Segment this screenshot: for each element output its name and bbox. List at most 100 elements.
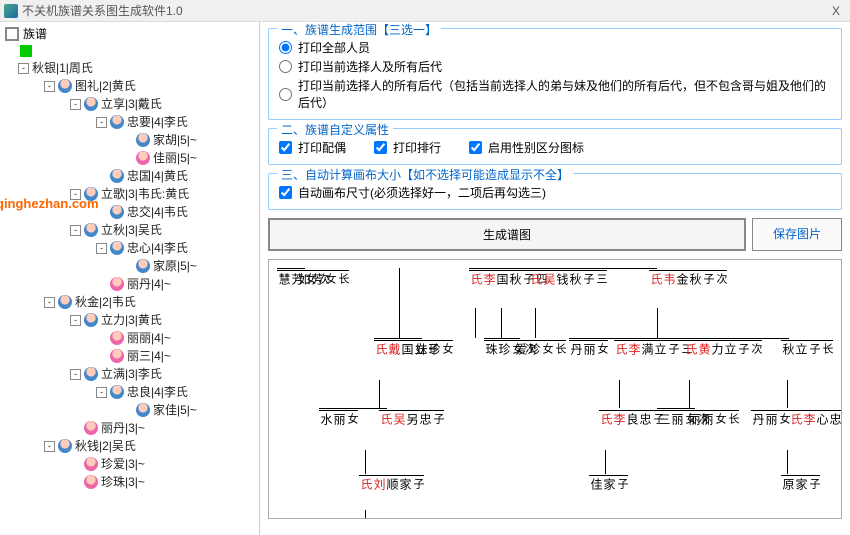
tree-row[interactable]: 家原|5|~ [4,257,259,275]
tree-label: 秋金|2|韦氏 [75,293,136,311]
left-header: 族谱 [0,22,259,45]
chk-spouse-label: 打印配偶 [298,139,346,156]
person-icon [84,421,98,435]
watermark: qinghezhan.com [0,196,99,211]
person-icon [136,403,150,417]
chk-spouse[interactable] [279,141,292,154]
tree-row[interactable]: -忠要|4|李氏 [4,113,259,131]
tree-toggle-icon[interactable]: - [70,225,81,236]
tree-row[interactable]: -立秋|3|吴氏 [4,221,259,239]
tree-label: 忠良|4|李氏 [127,383,188,401]
tree-toggle-icon[interactable]: - [96,117,107,128]
person-icon [110,349,124,363]
tree-row[interactable]: - 忠良|4|李氏 [4,383,259,401]
tree-label: 家佳|5|~ [153,401,197,419]
tree-root-row [0,45,259,57]
tree-row[interactable]: - 立力|3|黄氏 [4,311,259,329]
person-icon [136,133,150,147]
tree-toggle-icon[interactable]: - [18,63,29,74]
close-icon[interactable]: X [826,4,846,18]
tree-label: 立力|3|黄氏 [101,311,162,329]
chk-rank-label: 打印排行 [393,139,441,156]
person-icon [84,223,98,237]
tree-label: 家原|5|~ [153,257,197,275]
main: qinghezhan.com 族谱 -秋银|1|周氏-图礼|2|黄氏-立享|3|… [0,22,850,535]
tree-row[interactable]: - 立享|3|戴氏 [4,95,259,113]
tree-toggle-icon[interactable]: - [44,441,55,452]
radio-desc-only[interactable] [279,88,292,101]
tree-row[interactable]: -秋银|1|周氏 [4,59,259,77]
right-panel: 一、族谱生成范围【三选一】 打印全部人员 打印当前选择人及所有后代 打印当前选择… [260,22,850,535]
tree-toggle-icon[interactable]: - [44,297,55,308]
group-canvas: 三、自动计算画布大小【如不选择可能造成显示不全】 自动画布尺寸(必须选择好一，二… [268,173,842,210]
chart-node: 三子立满李氏 [614,340,692,356]
chart-node: 子忠另吴氏 [379,410,444,426]
chart-node: 长女丽丽 [687,410,739,426]
chk-auto-size-label: 自动画布尺寸(必须选择好一，二项后再勾选三) [298,184,546,201]
tree-toggle-icon[interactable]: - [70,99,81,110]
group-attrs: 二、族谱自定义属性 打印配偶 打印排行 启用性别区分图标 [268,128,842,165]
tree-label: 丽三|4|~ [127,347,171,365]
tree-toggle-icon[interactable]: - [96,387,107,398]
tree-row[interactable]: 佳丽|5|~ [4,149,259,167]
tree-toggle-icon[interactable]: - [44,81,55,92]
tree-toggle-icon[interactable]: - [70,315,81,326]
radio-sel-desc[interactable] [279,60,292,73]
person-icon [136,151,150,165]
tree-row[interactable]: -秋钱|2|吴氏 [4,437,259,455]
chk-auto-size[interactable] [279,186,292,199]
group-attrs-title: 二、族谱自定义属性 [277,121,393,138]
tree-row[interactable]: -图礼|2|黄氏 [4,77,259,95]
tree-row[interactable]: 珍爱|3|~ [4,455,259,473]
tree-label: 珍爱|3|~ [101,455,145,473]
person-icon [110,205,124,219]
chart-node: 次子秋金韦氏 [649,270,727,286]
radio-desc-only-label: 打印当前选择人的所有后代（包括当前选择人的弟与妹及他们的所有后代，但不包含哥与姐… [298,77,831,111]
tree-row[interactable]: 丽丹|4|~ [4,275,259,293]
chk-rank[interactable] [374,141,387,154]
tree-row[interactable]: 忠国|4|黄氏 [4,167,259,185]
person-icon [84,97,98,111]
chart-canvas[interactable]: 次女芳慧长女芳如四子秋国李氏三子秋钱吴氏次子秋金韦氏子立国戴氏女珍妹次女珍珠长女… [268,259,842,519]
radio-sel-desc-label: 打印当前选择人及所有后代 [298,58,442,75]
tree[interactable]: -秋银|1|周氏-图礼|2|黄氏-立享|3|戴氏-忠要|4|李氏家胡|5|~佳丽… [0,57,259,493]
chart-node: 女丽水 [319,410,358,426]
chart-node: 女丽丹 [569,340,608,356]
save-image-button[interactable]: 保存图片 [752,218,842,251]
tree-row[interactable]: 丽丽|4|~ [4,329,259,347]
left-panel: qinghezhan.com 族谱 -秋银|1|周氏-图礼|2|黄氏-立享|3|… [0,22,260,535]
radio-all-label: 打印全部人员 [298,39,370,56]
app-icon [4,4,18,18]
tree-row[interactable]: 家胡|5|~ [4,131,259,149]
tree-row[interactable]: 丽丹|3|~ [4,419,259,437]
generate-button[interactable]: 生成谱图 [268,218,746,251]
tree-label: 丽丹|4|~ [127,275,171,293]
tree-row[interactable]: 丽三|4|~ [4,347,259,365]
chart-node: 子家顺刘氏 [359,475,424,491]
tree-toggle-icon[interactable]: - [70,369,81,380]
person-icon [84,475,98,489]
button-row: 生成谱图 保存图片 [268,218,842,251]
tree-toggle-icon[interactable]: - [96,243,107,254]
tree-label: 丽丹|3|~ [101,419,145,437]
person-icon [110,331,124,345]
tree-row[interactable]: - 秋金|2|韦氏 [4,293,259,311]
person-icon [84,313,98,327]
person-icon [110,277,124,291]
tree-label: 忠国|4|黄氏 [127,167,188,185]
person-icon [84,367,98,381]
tree-row[interactable]: -立满|3|李氏 [4,365,259,383]
tree-label: 佳丽|5|~ [153,149,197,167]
chk-gender-icon[interactable] [469,141,482,154]
radio-all[interactable] [279,41,292,54]
tree-label: 珍珠|3|~ [101,473,145,491]
tree-label: 立享|3|戴氏 [101,95,162,113]
tree-label: 秋银|1|周氏 [32,59,93,77]
tree-row[interactable]: 家佳|5|~ [4,401,259,419]
chart-node: 长子立秋 [781,340,833,356]
tree-label: 忠交|4|韦氏 [127,203,188,221]
person-icon [110,169,124,183]
chart-node: 子忠良李氏 [599,410,664,426]
tree-row[interactable]: -忠心|4|李氏 [4,239,259,257]
tree-row[interactable]: 珍珠|3|~ [4,473,259,491]
